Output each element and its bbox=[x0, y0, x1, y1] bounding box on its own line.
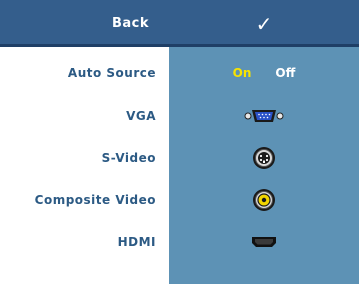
source-menu: Back ✓ Auto Source On Off VGA S-Video Co… bbox=[0, 0, 359, 284]
source-label-composite-video: Composite Video bbox=[34, 193, 156, 207]
source-row-vga[interactable]: VGA bbox=[0, 102, 359, 130]
source-label-vga: VGA bbox=[126, 109, 156, 123]
back-button[interactable]: Back bbox=[0, 0, 169, 47]
source-row-hdmi[interactable]: HDMI bbox=[0, 228, 359, 256]
vga-connector-icon[interactable] bbox=[244, 108, 284, 124]
auto-source-label: Auto Source bbox=[67, 66, 156, 80]
menu-header: Back ✓ bbox=[0, 0, 359, 47]
hdmi-connector-icon[interactable] bbox=[251, 236, 277, 248]
source-label-s-video: S-Video bbox=[101, 151, 156, 165]
source-row-s-video[interactable]: S-Video bbox=[0, 144, 359, 172]
source-label-hdmi: HDMI bbox=[117, 235, 156, 249]
auto-source-off-option[interactable]: Off bbox=[275, 66, 295, 80]
auto-source-row: Auto Source On Off bbox=[0, 59, 359, 87]
s-video-connector-icon[interactable] bbox=[252, 146, 276, 170]
composite-video-connector-icon[interactable] bbox=[252, 188, 276, 212]
source-row-composite-video[interactable]: Composite Video bbox=[0, 186, 359, 214]
checkmark-icon[interactable]: ✓ bbox=[169, 0, 359, 47]
auto-source-options: On Off bbox=[169, 66, 359, 80]
auto-source-on-option[interactable]: On bbox=[233, 66, 252, 80]
